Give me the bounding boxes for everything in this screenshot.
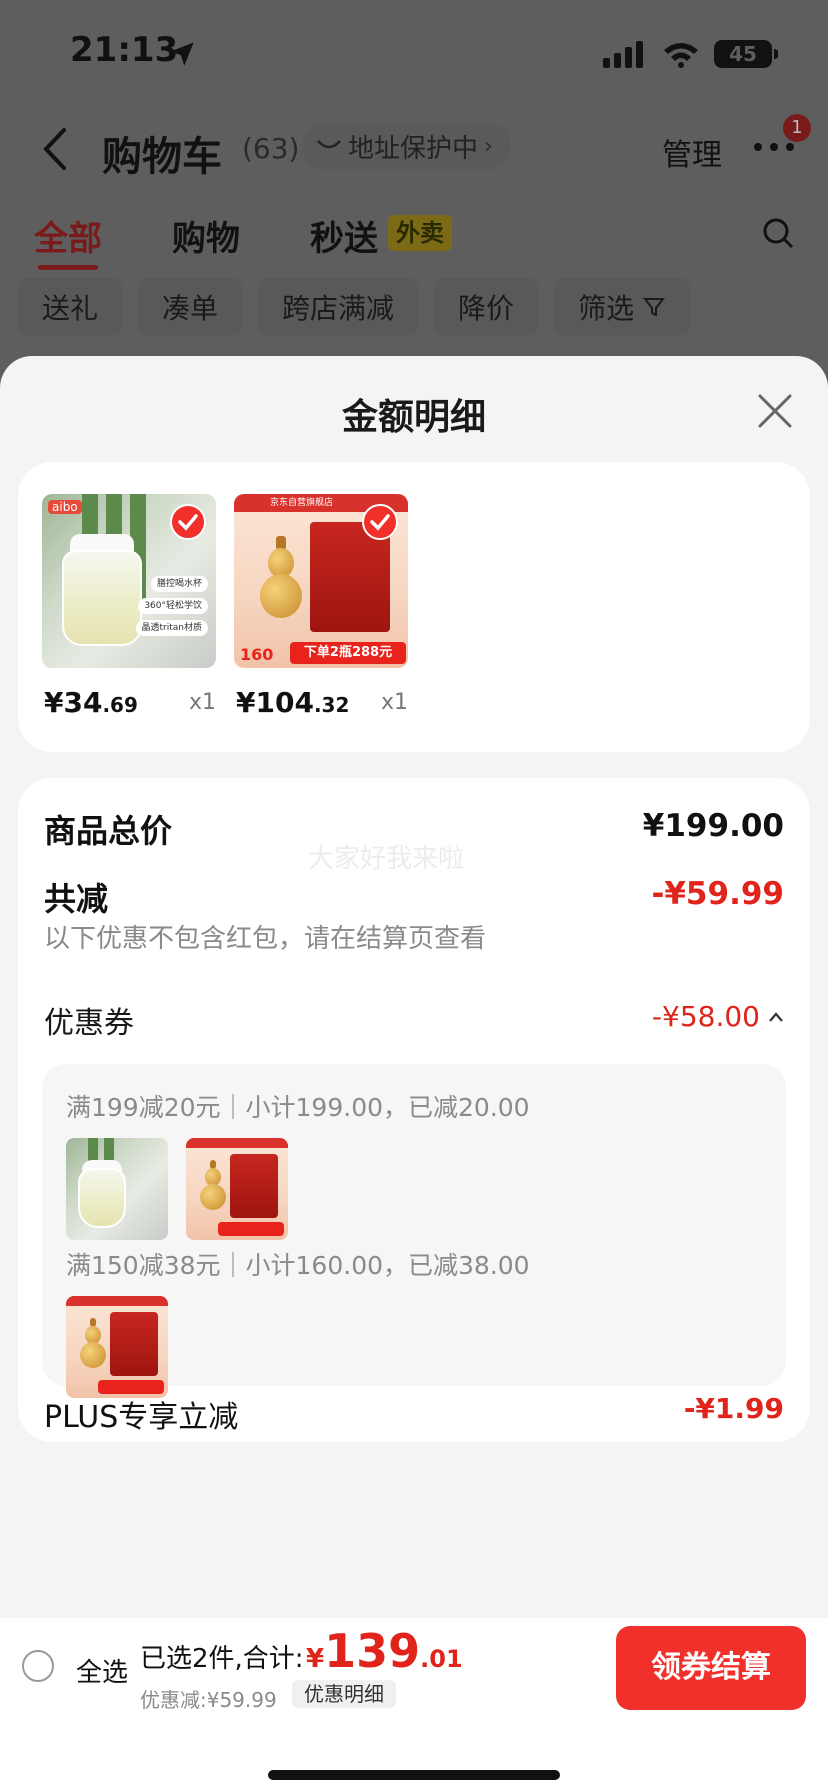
product-qty: x1 <box>380 690 408 715</box>
amount-detail-sheet: 金额明细 aibo 膳控喝水杯 360°轻松学饮 晶透tritan材质 ¥34.… <box>0 356 828 1792</box>
selected-products-card: aibo 膳控喝水杯 360°轻松学饮 晶透tritan材质 ¥34.69 x1… <box>18 462 810 752</box>
notification-badge: 1 <box>783 114 811 142</box>
status-bar: 21:13 45 <box>0 0 828 100</box>
cart-header: 购物车 (63) 地址保护中 › 管理 1 <box>0 110 828 190</box>
cart-tabs: 全部 购物 秒送 外卖 <box>0 205 828 270</box>
search-icon[interactable] <box>762 217 794 249</box>
coupon-label: 优惠券 <box>44 1006 134 1041</box>
battery-indicator: 45 <box>714 40 778 68</box>
product-tagline: 膳控喝水杯 <box>150 576 208 592</box>
coupon-rule: 满199减20元｜小计199.00，已减20.00 <box>66 1093 530 1122</box>
selected-count: 已选2件,合计: <box>140 1644 304 1674</box>
product-image-bottle: aibo 膳控喝水杯 360°轻松学饮 晶透tritan材质 <box>42 494 216 668</box>
discount-note: 以下优惠不包含红包，请在结算页查看 <box>44 924 487 954</box>
plus-discount-value: -¥1.99 <box>683 1392 784 1425</box>
back-chevron-icon[interactable] <box>40 126 70 172</box>
coupon-product-thumb <box>66 1138 168 1240</box>
filter-label: 凑单 <box>162 292 219 325</box>
filter-label: 降价 <box>458 292 515 325</box>
product-tagline: 晶透tritan材质 <box>135 620 208 636</box>
product-image-wine: 京东自营旗舰店 160 下单2瓶288元 <box>234 494 408 668</box>
address-protection-pill[interactable]: 地址保护中 › <box>302 122 511 170</box>
promo-price: 160 <box>240 645 274 664</box>
total-dec: .01 <box>420 1645 463 1673</box>
more-icon[interactable] <box>752 140 796 154</box>
status-time: 21:13 <box>70 30 179 70</box>
filter-chips: 送礼 凑单 跨店满减 降价 筛选 <box>18 278 691 336</box>
page-title: 购物车 <box>102 134 222 180</box>
discount-total-value: -¥59.99 <box>651 876 785 912</box>
price-int: ¥34 <box>44 686 103 719</box>
product-item[interactable]: aibo 膳控喝水杯 360°轻松学饮 晶透tritan材质 ¥34.69 x1 <box>42 494 216 719</box>
brand-logo: aibo <box>48 500 82 514</box>
coupon-rule: 满150减38元｜小计160.00，已减38.00 <box>66 1251 530 1280</box>
coupon-details: 满199减20元｜小计199.00，已减20.00 满150减38元｜小计160… <box>42 1064 786 1398</box>
discount-label: 共减 <box>44 880 109 918</box>
price-dec: .32 <box>313 693 350 717</box>
total-int: 139 <box>324 1624 421 1678</box>
saved-amount: 优惠减:¥59.99 <box>140 1688 277 1712</box>
filter-gift[interactable]: 送礼 <box>18 278 123 336</box>
address-protect-label: 地址保护中 <box>348 133 479 164</box>
checkout-bar: 全选 已选2件,合计: ¥139.01 优惠减:¥59.99 优惠明细 领券结算 <box>0 1618 828 1718</box>
product-item[interactable]: 京东自营旗舰店 160 下单2瓶288元 ¥104.32 x1 <box>234 494 408 719</box>
select-all-label[interactable]: 全选 <box>76 1652 128 1689</box>
product-tagline: 360°轻松学饮 <box>138 598 208 614</box>
coupon-product-thumb <box>186 1138 288 1240</box>
filter-add-on[interactable]: 凑单 <box>138 278 243 336</box>
filter-price-drop[interactable]: 降价 <box>434 278 539 336</box>
coupon-toggle[interactable]: -¥58.00 <box>652 1000 784 1033</box>
filter-cross-store[interactable]: 跨店满减 <box>258 278 419 336</box>
filter-label: 筛选 <box>578 292 635 325</box>
close-icon[interactable] <box>756 392 794 430</box>
cart-count: (63) <box>242 132 300 165</box>
chevron-right-icon: › <box>484 133 493 159</box>
takeout-tag: 外卖 <box>388 215 452 251</box>
location-arrow-icon <box>170 42 194 66</box>
chevron-up-icon <box>769 1011 783 1022</box>
watermark: 大家好我来啦 <box>308 844 465 874</box>
filter-button[interactable]: 筛选 <box>554 278 691 336</box>
plus-discount-label: PLUS专享立减 <box>44 1400 239 1435</box>
discount-detail-button[interactable]: 优惠明细 <box>292 1680 396 1708</box>
currency-symbol: ¥ <box>306 1644 325 1674</box>
tab-shopping[interactable]: 购物 <box>172 211 240 260</box>
coupon-product-thumb <box>66 1296 168 1398</box>
funnel-icon <box>643 298 666 317</box>
product-price: ¥104.32 <box>236 686 349 719</box>
checkout-button[interactable]: 领券结算 <box>616 1626 806 1710</box>
checked-icon <box>362 504 398 540</box>
checked-icon <box>170 504 206 540</box>
goods-total-value: ¥199.00 <box>642 808 784 844</box>
filter-label: 送礼 <box>42 292 99 325</box>
sheet-title: 金额明细 <box>341 397 486 438</box>
manage-button[interactable]: 管理 <box>662 130 722 174</box>
promo-banner: 下单2瓶288元 <box>290 642 406 664</box>
total-price: ¥139.01 <box>306 1624 463 1678</box>
tab-all[interactable]: 全部 <box>34 211 102 270</box>
filter-label: 跨店满减 <box>282 292 395 325</box>
tab-instant[interactable]: 秒送 <box>310 211 378 260</box>
home-indicator-area <box>0 1718 828 1792</box>
cellular-signal-icon <box>603 41 643 68</box>
wifi-icon <box>664 43 698 68</box>
price-dec: .69 <box>102 693 138 717</box>
home-indicator[interactable] <box>268 1770 560 1780</box>
amount-breakdown-card: 商品总价 ¥199.00 大家好我来啦 共减 -¥59.99 以下优惠不包含红包… <box>18 778 810 1442</box>
select-all-radio[interactable] <box>22 1650 54 1682</box>
coupon-total-value: -¥58.00 <box>651 1000 760 1033</box>
goods-total-label: 商品总价 <box>44 812 173 850</box>
protect-icon <box>317 140 341 149</box>
product-qty: x1 <box>188 690 216 715</box>
price-int: ¥104 <box>236 686 314 719</box>
product-price: ¥34.69 <box>44 686 138 719</box>
